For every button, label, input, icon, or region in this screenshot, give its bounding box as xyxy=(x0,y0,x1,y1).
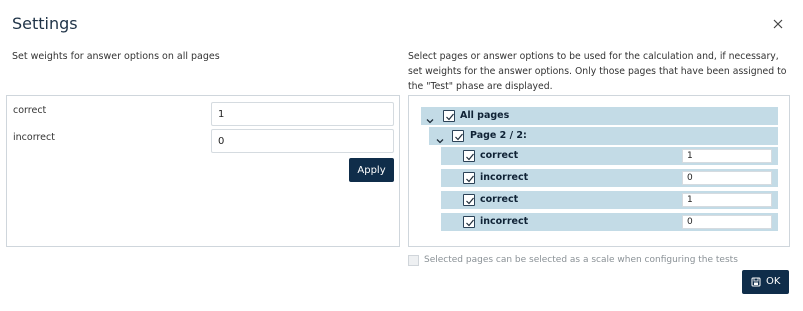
weight-row-incorrect: incorrect xyxy=(7,126,399,153)
tree-option-row[interactable]: correct xyxy=(441,147,778,165)
tree-option-row[interactable]: incorrect xyxy=(441,213,778,231)
weight-row-correct: correct xyxy=(7,99,399,126)
tree-option-row[interactable]: incorrect xyxy=(441,169,778,187)
weight-label: correct xyxy=(13,105,47,116)
chevron-down-icon[interactable] xyxy=(435,131,445,144)
scale-checkbox-label: Selected pages can be selected as a scal… xyxy=(424,255,738,265)
tree-node-page[interactable]: Page 2 / 2: xyxy=(429,127,778,145)
option-label: incorrect xyxy=(480,172,529,183)
ok-label: OK xyxy=(766,276,781,287)
tree-option-row[interactable]: correct xyxy=(441,191,778,209)
scale-checkbox[interactable] xyxy=(408,255,419,266)
tree-node-all-pages[interactable]: All pages xyxy=(421,107,778,125)
weight-label: incorrect xyxy=(13,132,55,143)
checkbox-page[interactable] xyxy=(452,130,464,142)
checkbox-option[interactable] xyxy=(463,150,475,162)
tree-node-label: All pages xyxy=(460,110,510,121)
close-icon[interactable] xyxy=(771,16,785,30)
option-weight-input[interactable] xyxy=(682,149,772,163)
tree-node-label: Page 2 / 2: xyxy=(470,130,527,141)
checkbox-all-pages[interactable] xyxy=(443,110,455,122)
option-label: correct xyxy=(480,150,519,161)
weights-panel: correct incorrect Apply xyxy=(6,95,400,247)
weights-description: Set weights for answer options on all pa… xyxy=(12,51,220,62)
checkbox-option[interactable] xyxy=(463,172,475,184)
apply-button[interactable]: Apply xyxy=(349,158,394,182)
chevron-down-icon[interactable] xyxy=(425,111,435,124)
checkbox-option[interactable] xyxy=(463,216,475,228)
option-weight-input[interactable] xyxy=(682,193,772,207)
page-selection-tree: All pages Page 2 / 2: correct incorrect xyxy=(408,95,790,247)
weight-incorrect-input[interactable] xyxy=(211,129,394,153)
option-label: incorrect xyxy=(480,216,529,227)
dialog-title: Settings xyxy=(12,14,78,33)
weight-correct-input[interactable] xyxy=(211,102,394,126)
save-icon xyxy=(751,277,761,290)
option-weight-input[interactable] xyxy=(682,171,772,185)
option-weight-input[interactable] xyxy=(682,215,772,229)
selection-description: Select pages or answer options to be use… xyxy=(408,51,787,92)
checkbox-option[interactable] xyxy=(463,194,475,206)
option-label: correct xyxy=(480,194,519,205)
ok-button[interactable]: OK xyxy=(742,270,789,294)
